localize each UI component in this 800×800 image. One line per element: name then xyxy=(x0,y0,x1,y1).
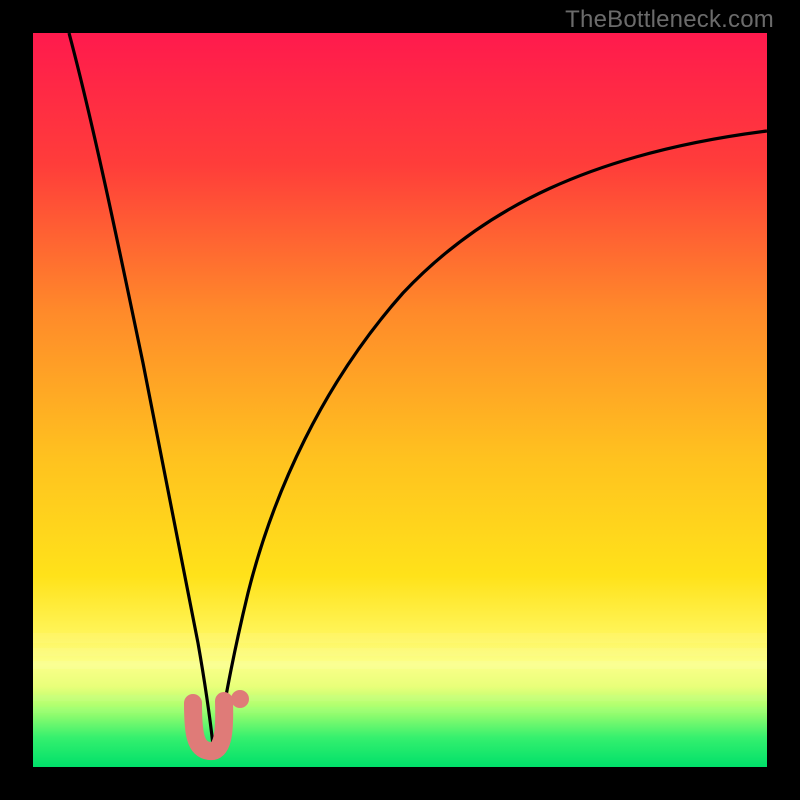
plot-area xyxy=(33,33,767,767)
highlight-dot xyxy=(231,690,249,708)
chart-frame: TheBottleneck.com xyxy=(0,0,800,800)
gradient-background xyxy=(33,33,767,767)
bottleneck-chart-svg xyxy=(33,33,767,767)
watermark-text: TheBottleneck.com xyxy=(565,6,774,34)
